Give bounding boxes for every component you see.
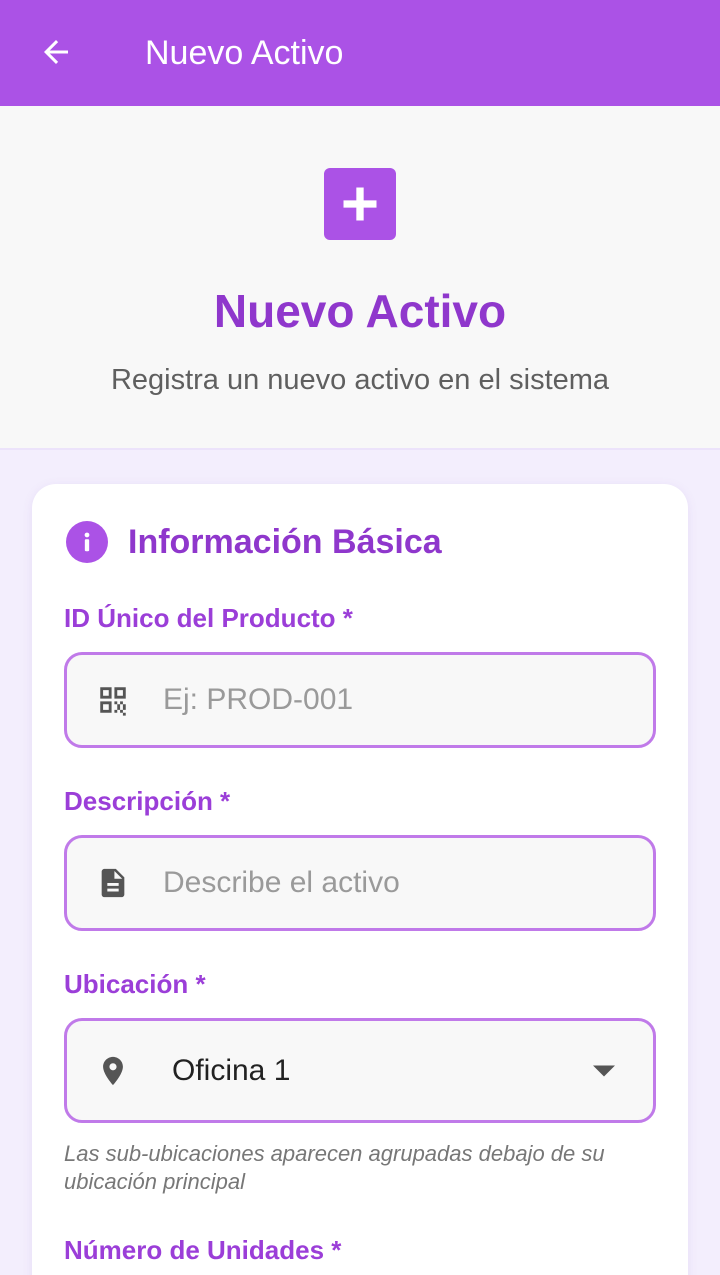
product-id-label: ID Único del Producto * — [64, 603, 353, 633]
document-icon — [95, 865, 131, 901]
add-box-icon — [324, 168, 396, 240]
app-bar-title: Nuevo Activo — [145, 34, 344, 72]
qr-code-icon — [95, 682, 131, 718]
product-id-placeholder: Ej: PROD-001 — [163, 683, 354, 716]
location-pin-icon — [95, 1053, 131, 1089]
description-input[interactable]: Describe el activo — [64, 835, 656, 931]
app-bar: Nuevo Activo — [0, 0, 720, 106]
description-placeholder: Describe el activo — [163, 866, 400, 899]
chevron-down-icon — [593, 1065, 615, 1076]
basic-info-card: Información Básica ID Único del Producto… — [32, 484, 688, 1275]
location-label: Ubicación * — [64, 969, 206, 999]
page-title: Nuevo Activo — [213, 285, 507, 337]
page-subtitle: Registra un nuevo activo en el sistema — [110, 364, 610, 396]
product-id-input[interactable]: Ej: PROD-001 — [64, 652, 656, 748]
header-section: Nuevo Activo Registra un nuevo activo en… — [0, 106, 720, 450]
arrow-back-icon — [44, 40, 68, 64]
description-label: Descripción * — [64, 786, 231, 816]
back-button[interactable] — [34, 30, 78, 74]
units-label: Número de Unidades * — [64, 1235, 342, 1265]
info-icon — [66, 521, 108, 563]
section-header: Información Básica — [66, 520, 442, 564]
section-title: Información Básica — [128, 522, 442, 561]
location-hint: Las sub-ubicaciones aparecen agrupadas d… — [64, 1141, 605, 1194]
location-selected-value: Oficina 1 — [172, 1053, 291, 1087]
location-dropdown[interactable]: Oficina 1 — [64, 1018, 656, 1123]
